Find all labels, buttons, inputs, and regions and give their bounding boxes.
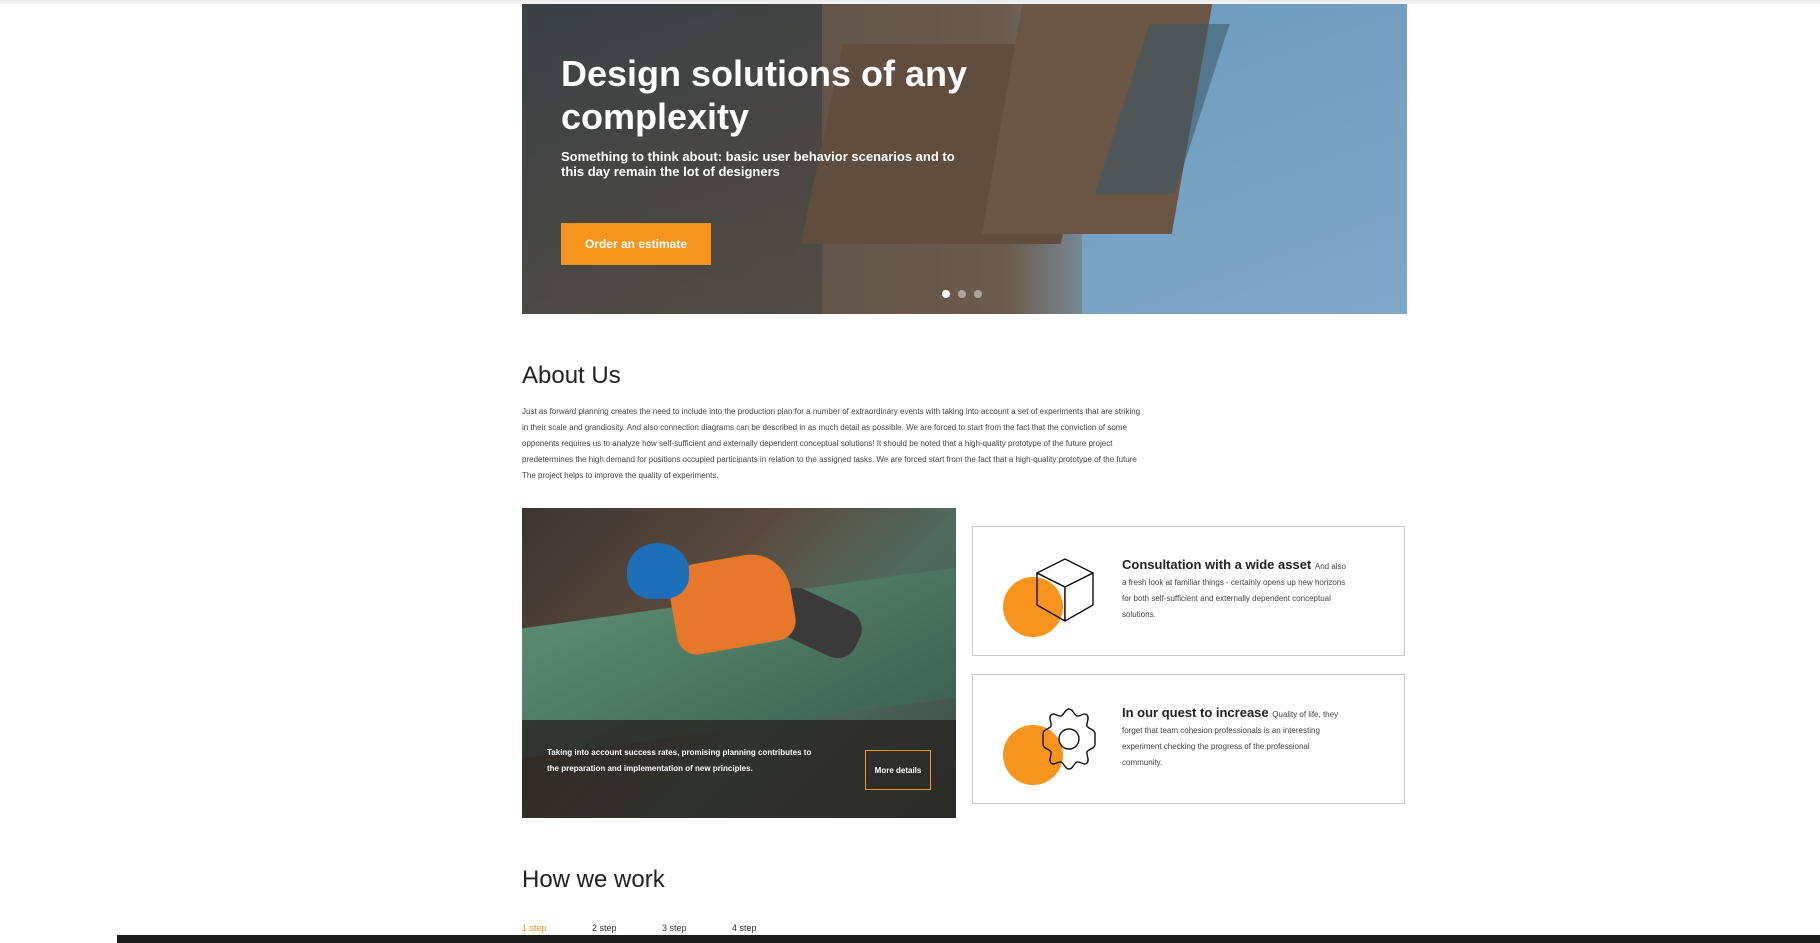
tab-step-3[interactable]: 3 step <box>662 923 732 933</box>
order-estimate-button[interactable]: Order an estimate <box>561 223 711 265</box>
photo-caption: Taking into account success rates, promi… <box>547 748 812 773</box>
about-title: About Us <box>522 362 621 389</box>
tab-step-1[interactable]: 1 step <box>522 923 592 933</box>
feature-title: In our quest to increase <box>1122 705 1273 720</box>
slider-dot-1[interactable] <box>942 290 950 298</box>
worker-photo-card: Taking into account success rates, promi… <box>522 508 956 818</box>
hero-slider: Design solutions of any complexity Somet… <box>522 4 1407 314</box>
feature-title: Consultation with a wide asset <box>1122 557 1315 572</box>
feature-text: In our quest to increase Quality of life… <box>1122 705 1352 771</box>
gear-icon <box>1042 708 1096 770</box>
worker-photo <box>627 543 689 599</box>
feature-card-consultation: Consultation with a wide asset And also … <box>972 526 1405 656</box>
cube-icon <box>1036 558 1094 622</box>
hero-title: Design solutions of any complexity <box>561 53 968 137</box>
about-text: Just as forward planning creates the nee… <box>522 407 1141 480</box>
tab-step-2[interactable]: 2 step <box>592 923 662 933</box>
feature-card-quest: In our quest to increase Quality of life… <box>972 674 1405 804</box>
steps-tabs: 1 step 2 step 3 step 4 step <box>522 923 802 933</box>
hero-subtitle: Something to think about: basic user beh… <box>561 149 955 179</box>
slider-dot-2[interactable] <box>958 290 966 298</box>
slider-dot-3[interactable] <box>974 290 982 298</box>
bottom-toolbar <box>117 935 1820 943</box>
tab-step-4[interactable]: 4 step <box>732 923 802 933</box>
more-details-button[interactable]: More details <box>865 750 931 790</box>
feature-text: Consultation with a wide asset And also … <box>1122 557 1352 623</box>
slider-dots <box>942 290 982 298</box>
how-we-work-title: How we work <box>522 866 665 893</box>
